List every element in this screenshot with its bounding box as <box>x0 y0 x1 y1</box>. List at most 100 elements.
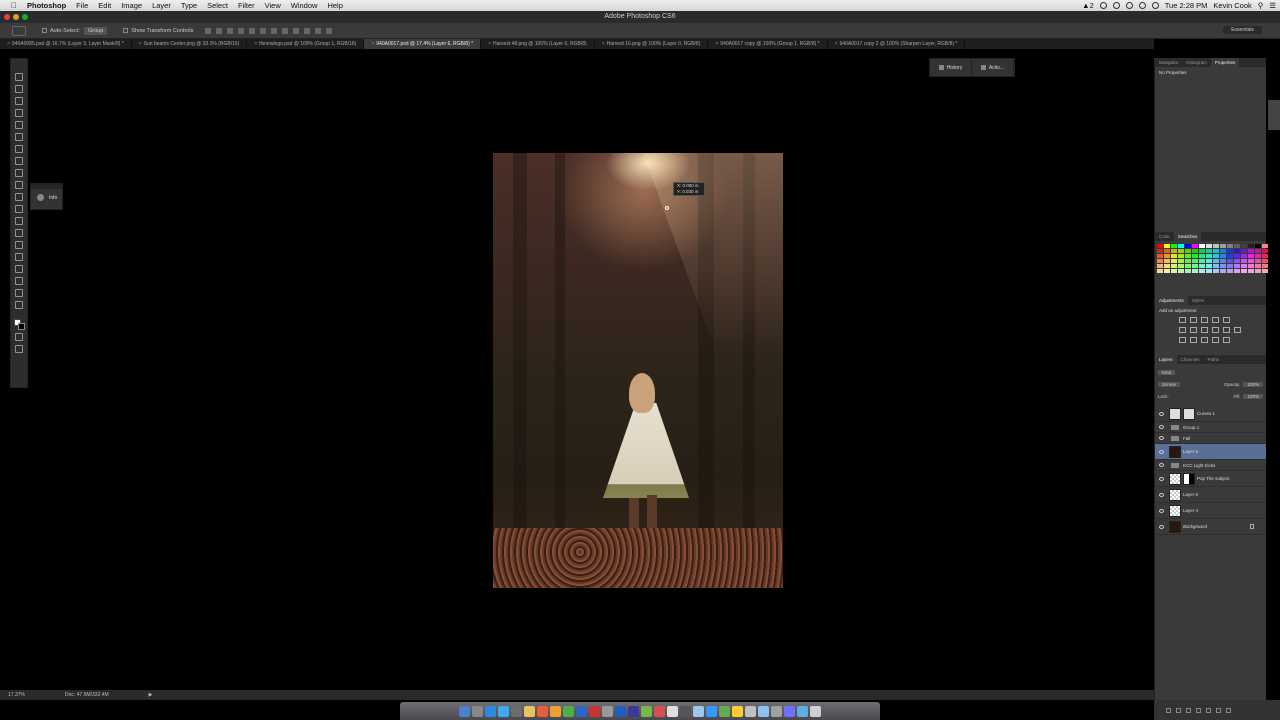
swatch[interactable] <box>1157 264 1163 268</box>
menubar-user[interactable]: Kevin Cook <box>1213 1 1251 10</box>
layer-row[interactable]: KCC Light tricks <box>1155 460 1266 471</box>
dock-app-icon[interactable] <box>693 705 704 717</box>
dock-app-icon[interactable] <box>511 705 522 717</box>
swatch[interactable] <box>1206 249 1212 253</box>
actions-panel-button[interactable]: Actio... <box>972 59 1014 76</box>
swatch[interactable] <box>1234 254 1240 258</box>
background-color[interactable] <box>18 323 25 330</box>
swatch[interactable] <box>1185 269 1191 273</box>
dock-app-icon[interactable] <box>771 705 782 717</box>
swatch[interactable] <box>1206 264 1212 268</box>
lasso-tool-icon[interactable] <box>15 97 23 105</box>
color-swatches[interactable] <box>14 319 25 330</box>
swatch[interactable] <box>1164 249 1170 253</box>
swatch[interactable] <box>1255 249 1261 253</box>
distribute-left-icon[interactable] <box>304 27 311 34</box>
swatch[interactable] <box>1255 244 1261 248</box>
gradient-tool-icon[interactable] <box>15 205 23 213</box>
close-tab-icon[interactable]: × <box>7 41 10 47</box>
swatch[interactable] <box>1178 254 1184 258</box>
quick-mask-icon[interactable] <box>15 333 23 341</box>
menu-help[interactable]: Help <box>327 1 342 10</box>
swatch[interactable] <box>1192 254 1198 258</box>
swatch[interactable] <box>1206 259 1212 263</box>
menu-layer[interactable]: Layer <box>152 1 171 10</box>
align-middle-icon[interactable] <box>216 27 223 34</box>
swatch[interactable] <box>1185 254 1191 258</box>
crop-tool-icon[interactable] <box>15 121 23 129</box>
swatch[interactable] <box>1262 264 1268 268</box>
swatch[interactable] <box>1241 269 1247 273</box>
move-tool-preset-icon[interactable] <box>12 25 26 36</box>
visibility-eye-icon[interactable] <box>1159 492 1164 497</box>
swatch[interactable] <box>1192 249 1198 253</box>
distribute-middle-icon[interactable] <box>282 27 289 34</box>
zoom-level[interactable]: 17.37% <box>8 692 48 698</box>
swatch[interactable] <box>1262 244 1268 248</box>
dock-app-icon[interactable] <box>498 705 509 717</box>
dock-app-icon[interactable] <box>797 705 808 717</box>
swatch[interactable] <box>1241 259 1247 263</box>
swatch[interactable] <box>1220 264 1226 268</box>
swatch[interactable] <box>1157 249 1163 253</box>
dock-app-icon[interactable] <box>758 705 769 717</box>
menu-select[interactable]: Select <box>207 1 228 10</box>
dock-app-icon[interactable] <box>654 705 665 717</box>
swatch[interactable] <box>1262 254 1268 258</box>
swatch[interactable] <box>1248 249 1254 253</box>
doc-tab[interactable]: × 940A0017 copy 2 @ 100% (Sharpen Layer, … <box>828 39 966 49</box>
swatch[interactable] <box>1241 264 1247 268</box>
swatch[interactable] <box>1262 269 1268 273</box>
dock-app-icon[interactable] <box>524 705 535 717</box>
swatch[interactable] <box>1192 259 1198 263</box>
tab-paths[interactable]: Paths <box>1204 355 1224 364</box>
dock-app-icon[interactable] <box>602 705 613 717</box>
apple-menu-icon[interactable]:  <box>9 1 19 10</box>
bw-icon[interactable] <box>1201 327 1208 333</box>
swatch[interactable] <box>1255 269 1261 273</box>
dock-app-icon[interactable] <box>459 705 470 717</box>
close-tab-icon[interactable]: × <box>715 41 718 47</box>
layer-row-selected[interactable]: Layer 6 <box>1155 444 1266 460</box>
new-adjustment-icon[interactable] <box>1196 707 1201 713</box>
swatch[interactable] <box>1157 259 1163 263</box>
swatch[interactable] <box>1199 244 1205 248</box>
menubar-clock[interactable]: Tue 2:28 PM <box>1165 1 1208 10</box>
visibility-eye-icon[interactable] <box>1159 508 1164 513</box>
swatch[interactable] <box>1171 259 1177 263</box>
timemachine-icon[interactable] <box>1112 2 1120 9</box>
swatch[interactable] <box>1199 249 1205 253</box>
swatch[interactable] <box>1248 244 1254 248</box>
distribute-center-icon[interactable] <box>315 27 322 34</box>
opacity-field[interactable]: 100% <box>1243 381 1263 387</box>
swatch[interactable] <box>1262 249 1268 253</box>
invert-icon[interactable] <box>1179 337 1186 343</box>
auto-select-checkbox[interactable] <box>42 28 47 33</box>
align-top-icon[interactable] <box>205 27 212 34</box>
swatch[interactable] <box>1220 249 1226 253</box>
exposure-icon[interactable] <box>1212 317 1219 323</box>
swatch[interactable] <box>1213 269 1219 273</box>
menu-filter[interactable]: Filter <box>238 1 255 10</box>
document-canvas[interactable] <box>493 153 783 588</box>
swatch[interactable] <box>1255 254 1261 258</box>
align-bottom-icon[interactable] <box>227 27 234 34</box>
move-tool-icon[interactable] <box>15 73 23 81</box>
marquee-tool-icon[interactable] <box>15 85 23 93</box>
swatch[interactable] <box>1157 244 1163 248</box>
volume-icon[interactable] <box>1138 2 1146 9</box>
doc-tab[interactable]: × Harvest 48.png @ 100% (Layer 0, RGB/8) <box>481 39 595 49</box>
doc-tab[interactable]: × 940A0017 copy @ 100% (Group 1, RGB/8) * <box>708 39 828 49</box>
dock-app-icon[interactable] <box>667 705 678 717</box>
fill-field[interactable]: 100% <box>1243 393 1263 399</box>
path-select-tool-icon[interactable] <box>15 265 23 273</box>
visibility-eye-icon[interactable] <box>1159 476 1164 481</box>
dock-app-icon[interactable] <box>589 705 600 717</box>
zoom-tool-icon[interactable] <box>15 301 23 309</box>
dock-app-icon[interactable] <box>745 705 756 717</box>
wifi-icon[interactable] <box>1125 2 1133 9</box>
tab-channels[interactable]: Channels <box>1177 355 1204 364</box>
doc-tab[interactable]: × lfsnewlogo.psd @ 100% (Group 1, RGB/16) <box>247 39 365 49</box>
swatch[interactable] <box>1213 249 1219 253</box>
doc-tab[interactable]: × Harvest 16.png @ 100% (Layer 0, RGB/8) <box>595 39 709 49</box>
